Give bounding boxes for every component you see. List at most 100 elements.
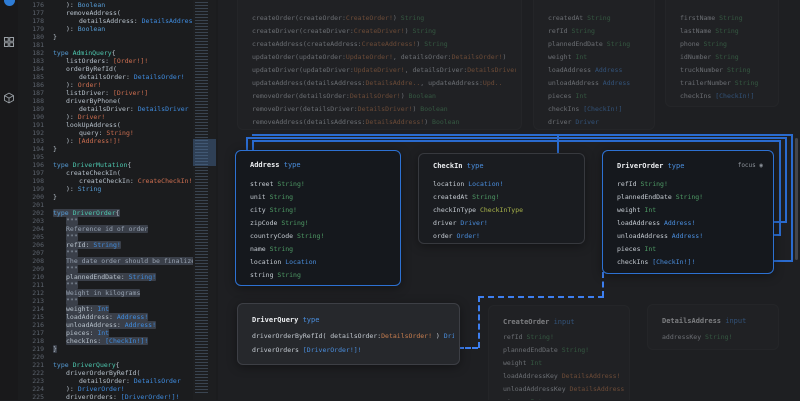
- code-line: 190): Driver!: [18, 113, 193, 121]
- field-row[interactable]: string String: [250, 271, 395, 280]
- node-title: DriverQuery type: [252, 316, 451, 326]
- line-number: 179: [18, 25, 53, 33]
- field-row[interactable]: plannedEndDate String!: [617, 193, 768, 202]
- node-createorder: CreateOrder inputrefId String!plannedEnd…: [488, 305, 630, 400]
- line-text: }: [53, 193, 57, 201]
- line-number: 220: [18, 353, 53, 361]
- node-checkin[interactable]: CheckIn typelocation Location!createdAt …: [418, 153, 585, 244]
- field-row[interactable]: driverOrderByRefId( detailsOrder:Details…: [252, 332, 454, 341]
- code-line: 180}: [18, 33, 193, 41]
- line-number: 223: [18, 377, 53, 385]
- edge-dashed: [602, 272, 604, 297]
- line-number: 181: [18, 41, 53, 49]
- line-number: 221: [18, 361, 53, 369]
- line-text: createCheckIn: CreateCheckIn!: [79, 177, 193, 185]
- field-row[interactable]: street String!: [250, 180, 395, 189]
- grid-icon[interactable]: [3, 36, 15, 48]
- focus-button[interactable]: focus ◉: [738, 162, 763, 169]
- field-row[interactable]: order Order!: [433, 232, 579, 241]
- line-text: driverOrderByRefId(: [66, 369, 140, 377]
- package-icon[interactable]: [3, 92, 15, 104]
- field-row[interactable]: location Location!: [433, 180, 579, 189]
- code-editor-pane[interactable]: 176): Boolean177removeAddress(178details…: [0, 0, 218, 400]
- code-line: 178detailsAddress: DetailsAddress!: [18, 17, 193, 25]
- line-text: """: [66, 217, 78, 225]
- minimap[interactable]: [193, 0, 216, 400]
- line-text: type DriverQuery{: [53, 361, 120, 369]
- line-number: 183: [18, 57, 53, 65]
- field-row[interactable]: weight Int: [617, 206, 768, 215]
- line-number: 215: [18, 313, 53, 321]
- line-text: """: [66, 281, 78, 289]
- code-line: 192query: String!: [18, 129, 193, 137]
- line-text: unloadAddress: Address!: [66, 321, 156, 329]
- line-number: 188: [18, 97, 53, 105]
- field-row[interactable]: pieces Int: [617, 245, 768, 254]
- edge-solid: [779, 140, 781, 236]
- field-row[interactable]: location Location: [250, 258, 395, 267]
- line-number: 193: [18, 137, 53, 145]
- field-row[interactable]: driverOrders [DriverOrder!]!: [252, 346, 454, 355]
- code-line: 181: [18, 41, 193, 49]
- field-row: loadAddress Address: [548, 66, 649, 75]
- line-text: ): [Address!]!: [66, 137, 121, 145]
- field-row[interactable]: zipCode String!: [250, 219, 395, 228]
- line-text: }: [53, 33, 57, 41]
- field-row: createAddress(createAddress:CreateAddres…: [252, 40, 516, 49]
- field-row[interactable]: unloadAddress Address!: [617, 232, 768, 241]
- field-row: removeDriver(detailsDriver:DetailsDriver…: [252, 105, 516, 114]
- field-row: truckNumber String: [680, 66, 773, 75]
- line-text: detailsOrder: DetailsOrder: [79, 377, 181, 385]
- node-driver-bg: firstName StringlastName Stringphone Str…: [665, 0, 779, 107]
- field-row: removeAddress(detailsAddress:DetailsAddr…: [252, 118, 516, 127]
- field-row[interactable]: checkInType CheckInType: [433, 206, 579, 215]
- field-row[interactable]: city String!: [250, 206, 395, 215]
- code-line: 188driverByPhone(: [18, 97, 193, 105]
- line-text: """: [66, 249, 78, 257]
- code-line: 198createCheckIn: CreateCheckIn!: [18, 177, 193, 185]
- line-number: 203: [18, 217, 53, 225]
- field-row: phone String: [680, 40, 773, 49]
- code-line: 209""": [18, 265, 193, 273]
- code-line: 201: [18, 201, 193, 209]
- node-driverquery[interactable]: DriverQuery type driverOrderByRefId( deta…: [237, 303, 460, 365]
- code-line: 199): String: [18, 185, 193, 193]
- edge-solid: [772, 260, 791, 262]
- code-line: 204Reference id of order: [18, 225, 193, 233]
- code-line: 213""": [18, 297, 193, 305]
- code-line: 187listDriver: [Driver!]: [18, 89, 193, 97]
- schema-graph-panel[interactable]: createOrder(createOrder:CreateOrder!) St…: [218, 0, 800, 400]
- node-address[interactable]: Address typestreet String!unit Stringcit…: [235, 150, 401, 286]
- field-row[interactable]: refId String!: [617, 180, 768, 189]
- field-row[interactable]: createdAt String!: [433, 193, 579, 202]
- status-dot-icon[interactable]: [4, 0, 15, 6]
- code-line: 217pieces: Int: [18, 329, 193, 337]
- line-number: 190: [18, 113, 53, 121]
- field-row: refId String: [548, 27, 649, 36]
- field-row[interactable]: driver Driver!: [433, 219, 579, 228]
- edge-solid: [557, 134, 559, 154]
- field-row[interactable]: loadAddress Address!: [617, 219, 768, 228]
- line-text: }: [53, 345, 57, 353]
- graph-scrollbar[interactable]: [795, 138, 798, 260]
- line-number: 177: [18, 9, 53, 17]
- field-row[interactable]: unit String: [250, 193, 395, 202]
- line-text: createCheckIn(: [66, 169, 121, 177]
- field-row[interactable]: name String: [250, 245, 395, 254]
- line-text: ): Order!: [66, 81, 101, 89]
- code-area[interactable]: 176): Boolean177removeAddress(178details…: [18, 1, 193, 401]
- field-row: weight Int: [503, 359, 624, 368]
- code-line: 176): Boolean: [18, 1, 193, 9]
- node-driverorder[interactable]: DriverOrder typefocus ◉refId String!plan…: [602, 150, 774, 274]
- field-row: createOrder(createOrder:CreateOrder!) St…: [252, 14, 516, 23]
- line-text: checkIns: [CheckIn!]!: [66, 337, 148, 345]
- line-number: 184: [18, 65, 53, 73]
- code-line: 215loadAddress: Address!: [18, 313, 193, 321]
- field-row[interactable]: checkIns [CheckIn!]!: [617, 258, 768, 267]
- line-text: detailsOrder: DetailsOrder!: [79, 73, 185, 81]
- code-line: 207""": [18, 249, 193, 257]
- line-number: 222: [18, 369, 53, 377]
- node-order-bg: createdAt StringrefId StringplannedEndDa…: [533, 0, 655, 130]
- code-line: 203 """: [18, 217, 193, 225]
- field-row[interactable]: countryCode String!: [250, 232, 395, 241]
